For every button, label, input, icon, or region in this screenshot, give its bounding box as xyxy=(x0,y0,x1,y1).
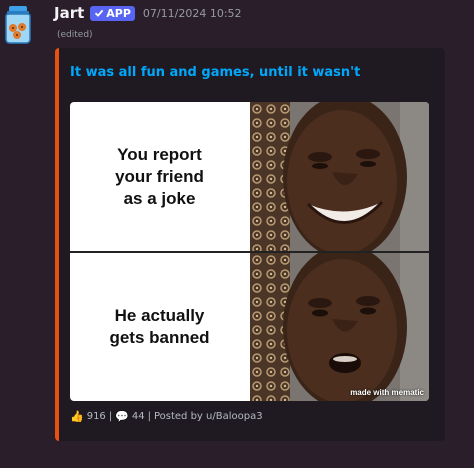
jar-icon xyxy=(5,6,31,44)
footer-separator: | xyxy=(108,411,113,422)
meme-top-caption: You report your friend as a joke xyxy=(70,102,249,251)
comment-icon: 💬 xyxy=(115,410,129,423)
username[interactable]: Jart xyxy=(54,4,84,22)
embed-title[interactable]: It was all fun and games, until it wasn'… xyxy=(70,65,360,80)
thumbs-up-icon: 👍 xyxy=(70,410,84,423)
avatar[interactable] xyxy=(2,6,34,44)
posted-by: Posted by u/Baloopa3 xyxy=(153,411,263,422)
check-icon xyxy=(95,9,104,17)
caption-line: as a joke xyxy=(123,188,196,208)
embed: It was all fun and games, until it wasn'… xyxy=(55,48,445,441)
footer-separator: | xyxy=(147,411,151,422)
timestamp[interactable]: 07/11/2024 10:52 xyxy=(143,7,242,20)
meme-photo-disappointed xyxy=(250,253,429,401)
meme-image[interactable]: You report your friend as a joke He actu… xyxy=(70,102,429,401)
app-badge: APP xyxy=(90,5,135,21)
caption-line: You report xyxy=(117,144,202,164)
meme-bottom-caption: He actually gets banned xyxy=(70,253,249,401)
app-badge-label: APP xyxy=(106,6,131,20)
watermark: made with mematic xyxy=(350,388,424,397)
caption-line: gets banned xyxy=(109,328,210,347)
upvote-count: 916 xyxy=(86,411,106,422)
message-header: Jart APP 07/11/2024 10:52 xyxy=(54,3,242,23)
embed-footer: 👍 916 | 💬 44 | Posted by u/Baloopa3 xyxy=(70,410,263,423)
caption-line: He actually xyxy=(114,306,205,325)
comment-count: 44 xyxy=(131,411,145,422)
edited-label: (edited) xyxy=(57,30,93,40)
caption-line: your friend xyxy=(115,166,204,186)
meme-photo-smiling xyxy=(250,102,429,251)
